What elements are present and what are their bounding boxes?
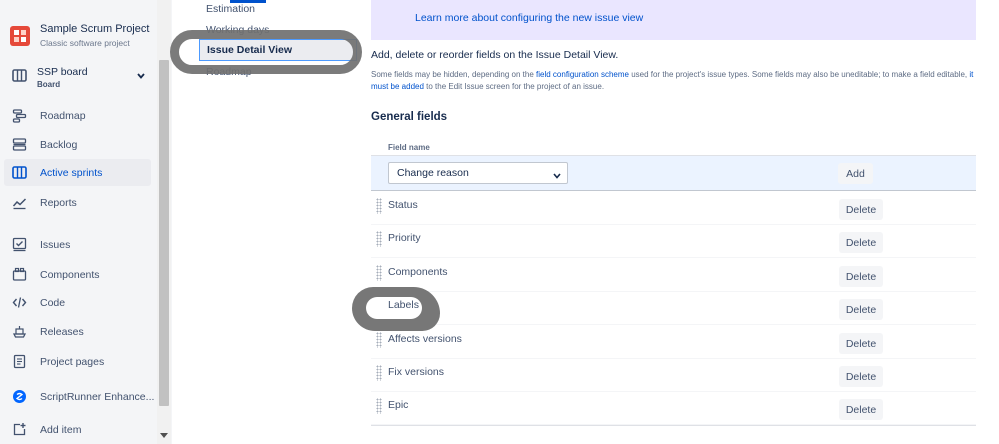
settings-subnav: Estimation Working days Issue Detail Vie… — [172, 0, 362, 444]
table-row: Components Delete — [371, 259, 976, 292]
project-header[interactable]: Sample Scrum Project Classic software pr… — [10, 22, 149, 49]
field-name-overlay: Labels — [388, 299, 419, 311]
drag-handle-icon[interactable] — [376, 265, 382, 281]
intro-text: Add, delete or reorder fields on the Iss… — [371, 49, 619, 61]
description-part: to the Edit Issue screen for the project… — [423, 82, 605, 91]
drag-handle-icon[interactable] — [376, 365, 382, 381]
sidebar-item-active-sprints[interactable]: Active sprints — [4, 159, 151, 186]
info-banner: Learn more about configuring the new iss… — [371, 0, 976, 40]
board-icon — [12, 68, 27, 83]
delete-button[interactable]: Delete — [839, 299, 883, 320]
add-item-icon — [12, 422, 27, 437]
delete-button[interactable]: Delete — [839, 199, 883, 220]
project-avatar-icon — [10, 26, 30, 46]
subnav-item-working-days[interactable]: Working days — [206, 24, 269, 36]
sidebar-scrollbar[interactable] — [157, 0, 171, 444]
scriptrunner-icon — [12, 389, 27, 404]
drag-handle-icon[interactable] — [376, 231, 382, 247]
column-header-field-name: Field name — [388, 143, 430, 152]
components-icon — [12, 267, 27, 282]
drag-handle-icon[interactable] — [376, 398, 382, 414]
table-row: Priority Delete — [371, 225, 976, 258]
table-row: Epic Delete — [371, 392, 976, 425]
delete-button[interactable]: Delete — [839, 266, 883, 287]
description-text: Some fields may be hidden, depending on … — [371, 69, 981, 93]
add-field-row: Change reason Add — [371, 156, 976, 191]
table-row: Affects versions Delete — [371, 326, 976, 359]
delete-button[interactable]: Delete — [839, 232, 883, 253]
subnav-item-estimation[interactable]: Estimation — [206, 3, 255, 15]
chevron-down-icon — [552, 168, 562, 188]
field-name: Status — [388, 199, 418, 211]
field-select-value: Change reason — [397, 167, 469, 179]
sidebar-item-reports[interactable]: Reports — [4, 189, 151, 216]
delete-button[interactable]: Delete — [839, 333, 883, 354]
section-title: General fields — [371, 111, 448, 123]
board-name: SSP board — [37, 66, 88, 78]
sidebar-item-label: Releases — [40, 325, 84, 338]
sidebar-item-label: Issues — [40, 238, 71, 251]
chevron-down-icon — [133, 68, 148, 83]
project-sidebar: Sample Scrum Project Classic software pr… — [0, 0, 172, 444]
drag-handle-icon[interactable] — [376, 298, 382, 314]
project-type: Classic software project — [40, 38, 130, 48]
sidebar-item-code[interactable]: Code — [4, 289, 151, 316]
description-part: Some fields may be hidden, depending on … — [371, 70, 537, 79]
sidebar-item-label: Backlog — [40, 138, 78, 151]
issues-icon — [12, 237, 27, 252]
table-row: Fix versions Delete — [371, 359, 976, 392]
field-name: Priority — [388, 232, 421, 244]
sidebar-item-releases[interactable]: Releases — [4, 318, 151, 345]
releases-icon — [12, 324, 27, 339]
backlog-icon — [12, 137, 27, 152]
add-button[interactable]: Add — [838, 163, 873, 184]
field-configuration-scheme-link[interactable]: field configuration scheme — [536, 70, 629, 79]
field-name: Affects versions — [388, 333, 462, 345]
sidebar-item-label: Add item — [40, 423, 82, 436]
project-name: Sample Scrum Project — [40, 23, 150, 35]
field-select[interactable]: Change reason — [388, 162, 568, 184]
subnav-item-roadmap[interactable]: Roadmap — [206, 66, 252, 78]
sidebar-item-add-item[interactable]: Add item — [4, 416, 151, 443]
sidebar-item-label: Active sprints — [40, 166, 103, 179]
sidebar-item-backlog[interactable]: Backlog — [4, 131, 151, 158]
project-pages-icon — [12, 354, 27, 369]
sidebar-item-label: Project pages — [40, 355, 105, 368]
sidebar-item-project-pages[interactable]: Project pages — [4, 348, 151, 375]
code-icon — [12, 295, 27, 310]
scroll-down-arrow-icon[interactable] — [160, 433, 168, 438]
scrollbar-thumb[interactable] — [159, 60, 169, 406]
subnav-item-issue-detail-view[interactable]: Issue Detail View — [199, 39, 357, 61]
drag-handle-icon[interactable] — [376, 198, 382, 214]
sidebar-item-scriptrunner[interactable]: ScriptRunner Enhance... — [4, 383, 155, 410]
sidebar-item-components[interactable]: Components — [4, 261, 151, 288]
delete-button[interactable]: Delete — [839, 366, 883, 387]
table-row: Status Delete — [371, 192, 976, 225]
field-name: Fix versions — [388, 366, 445, 378]
board-subtitle: Board — [37, 80, 61, 89]
description-part: used for the project's issue types. Some… — [628, 70, 970, 79]
field-name: Components — [388, 266, 448, 278]
sidebar-item-label: Code — [40, 296, 66, 309]
field-name: Epic — [388, 399, 409, 411]
sidebar-item-label: Reports — [40, 196, 77, 209]
roadmap-icon — [12, 108, 27, 123]
divider — [371, 425, 976, 426]
learn-more-link[interactable]: Learn more about configuring the new iss… — [415, 12, 643, 24]
reports-icon — [12, 195, 27, 210]
delete-button[interactable]: Delete — [839, 399, 883, 420]
table-row: Labels Delete — [371, 292, 976, 325]
sidebar-item-label: Roadmap — [40, 109, 86, 122]
active-sprints-icon — [12, 165, 27, 180]
drag-handle-icon[interactable] — [376, 332, 382, 348]
board-switcher[interactable]: SSP board Board — [12, 66, 148, 91]
sidebar-item-label: Components — [40, 268, 100, 281]
sidebar-item-roadmap[interactable]: Roadmap — [4, 102, 151, 129]
sidebar-item-label: ScriptRunner Enhance... — [40, 390, 155, 403]
sidebar-item-issues[interactable]: Issues — [4, 231, 151, 258]
